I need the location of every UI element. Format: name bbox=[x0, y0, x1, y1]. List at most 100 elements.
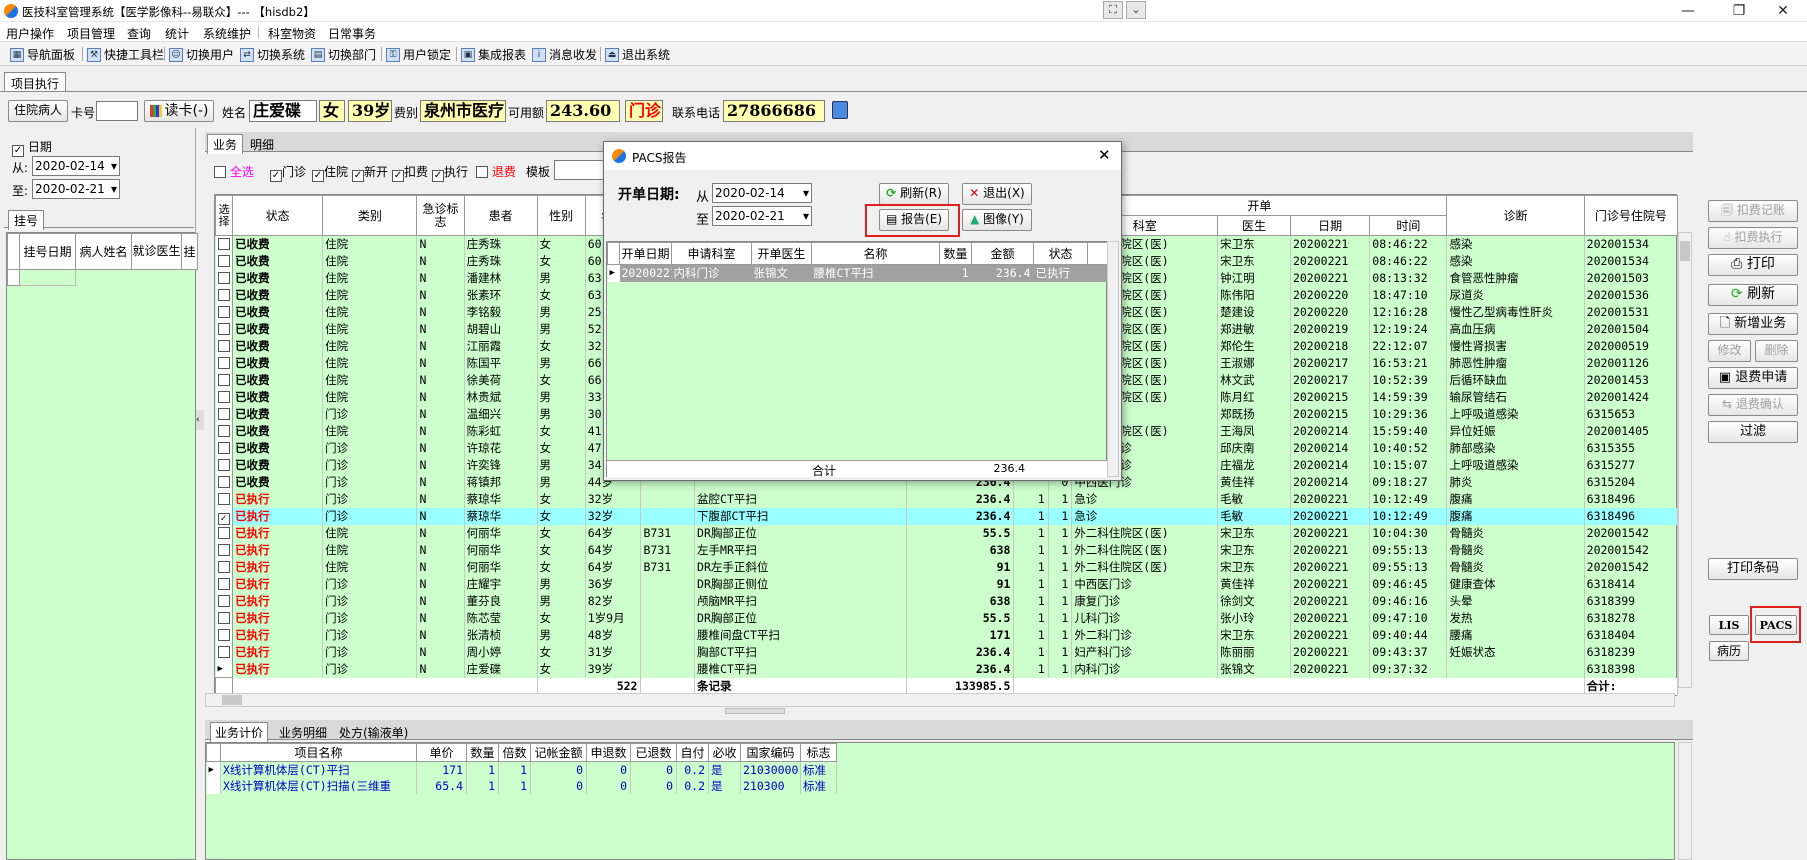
select-all-checkbox[interactable]: 全选 bbox=[214, 163, 254, 180]
filter-charged[interactable]: ✓ 扣费 bbox=[392, 163, 428, 182]
switch-dept-button[interactable]: ▤ 切换部门 bbox=[311, 46, 376, 63]
row-checkbox[interactable] bbox=[217, 595, 230, 607]
row-checkbox[interactable] bbox=[217, 357, 230, 369]
select-cell[interactable] bbox=[215, 609, 234, 627]
table-row[interactable]: 已执行 门诊 N 周小婷女 31岁 胸部CT平扫 236.4 1 1 妇产科门诊 陈丽丽 202002… bbox=[215, 643, 1679, 661]
pacs-button[interactable]: PACS bbox=[1755, 615, 1797, 635]
print-barcode-button[interactable]: 打印条码 bbox=[1708, 558, 1798, 580]
charge-record-button[interactable]: 🗐 扣费记账 bbox=[1708, 200, 1798, 222]
row-checkbox[interactable] bbox=[217, 408, 230, 420]
lock-user-button[interactable]: ⚿ 用户锁定 bbox=[386, 46, 451, 63]
select-cell[interactable] bbox=[215, 558, 234, 576]
select-cell[interactable]: ✓ bbox=[215, 507, 234, 525]
select-cell[interactable] bbox=[215, 490, 234, 508]
select-cell[interactable] bbox=[215, 524, 234, 542]
row-checkbox[interactable] bbox=[217, 255, 230, 267]
main-horizontal-scrollbar[interactable] bbox=[205, 693, 1675, 707]
main-vertical-scrollbar[interactable] bbox=[1678, 232, 1692, 688]
row-checkbox[interactable] bbox=[217, 272, 230, 284]
row-checkbox[interactable] bbox=[217, 493, 230, 505]
quick-toolbar-button[interactable]: ⚒ 快捷工具栏 bbox=[87, 46, 164, 63]
menu-supplies[interactable]: 科室物资 bbox=[268, 25, 316, 42]
row-checkbox[interactable] bbox=[217, 425, 230, 437]
table-row[interactable]: 已执行 门诊 N 蔡琼华女 32岁 盆腔CT平扫 236.4 1 1 急诊 毛敏 20200221 10… bbox=[215, 490, 1679, 508]
dialog-image-button[interactable]: ▲ 图像(Y) bbox=[962, 209, 1032, 231]
select-cell[interactable] bbox=[215, 473, 234, 491]
select-cell[interactable] bbox=[215, 320, 234, 338]
row-checkbox[interactable] bbox=[217, 340, 230, 352]
charge-exec-button[interactable]: ☝ 扣费执行 bbox=[1708, 227, 1798, 249]
menu-stats[interactable]: 统计 bbox=[165, 25, 189, 42]
table-row[interactable]: 已执行 门诊 N 庄耀宇男 36岁 DR胸部正侧位 91 1 1 中西医门诊 黄佳祥 20200221… bbox=[215, 575, 1679, 593]
row-checkbox[interactable] bbox=[217, 306, 230, 318]
select-cell[interactable] bbox=[215, 388, 234, 406]
tab-project-execute[interactable]: 项目执行 bbox=[4, 72, 67, 92]
select-cell[interactable] bbox=[215, 422, 234, 440]
filter-inpatient[interactable]: ✓ 住院 bbox=[312, 163, 348, 182]
select-cell[interactable] bbox=[215, 405, 234, 423]
table-row[interactable]: ▶ 已执行 门诊 N 庄爱碟女 39岁 腰椎CT平扫 236.4 1 1 内科门诊 张锦文 202002… bbox=[215, 660, 1679, 678]
lis-button[interactable]: LIS bbox=[1709, 615, 1749, 635]
table-row[interactable]: 已执行 门诊 N 董芬良男 82岁 颅脑MR平扫 638 1 1 康复门诊 徐剑文 20200221 0… bbox=[215, 592, 1679, 610]
table-row[interactable]: 已执行 住院 N 何丽华女 64岁 B731 DR胸部正位 55.5 1 1 外二科住院区(医) 宋卫… bbox=[215, 524, 1679, 542]
select-cell[interactable] bbox=[215, 541, 234, 559]
dialog-date-to[interactable]: 2020-02-21 ▾ bbox=[712, 206, 812, 226]
date-filter-checkbox[interactable]: ✓ 日期 bbox=[12, 138, 52, 157]
select-cell[interactable] bbox=[215, 439, 234, 457]
row-checkbox[interactable] bbox=[217, 561, 230, 573]
dialog-exit-button[interactable]: ✕ 退出(X) bbox=[962, 183, 1032, 205]
pricing-row[interactable]: X线计算机体层(CT)扫描(三维重 65.4 1 1 0 0 0 0.2 是 210300 标准 bbox=[206, 778, 837, 794]
select-cell[interactable] bbox=[215, 252, 234, 270]
row-checkbox[interactable] bbox=[217, 323, 230, 335]
bottom-vertical-scrollbar[interactable] bbox=[1678, 742, 1692, 860]
table-row[interactable]: 已执行 住院 N 何丽华女 64岁 B731 DR左手正斜位 91 1 1 外二科住院区(医) 宋卫东… bbox=[215, 558, 1679, 576]
row-checkbox[interactable] bbox=[217, 527, 230, 539]
read-card-button[interactable]: 读卡(-) bbox=[144, 100, 214, 122]
report-button[interactable]: ▣ 集成报表 bbox=[461, 46, 526, 63]
print-button[interactable]: ⎙ 打印 bbox=[1708, 254, 1798, 276]
switch-system-button[interactable]: ⇄ 切换系统 bbox=[240, 46, 305, 63]
dialog-scrollbar[interactable] bbox=[1107, 241, 1119, 477]
date-from-picker[interactable]: 2020-02-14 ▾ bbox=[32, 156, 120, 176]
row-checkbox[interactable] bbox=[217, 544, 230, 556]
row-checkbox[interactable] bbox=[217, 442, 230, 454]
refund-request-button[interactable]: ▣ 退费申请 bbox=[1708, 367, 1798, 389]
collapse-left-icon[interactable]: ‹ bbox=[196, 410, 204, 430]
row-checkbox[interactable] bbox=[217, 374, 230, 386]
refresh-button[interactable]: ⟳ 刷新 bbox=[1708, 284, 1798, 306]
menu-system[interactable]: 系统维护 bbox=[203, 25, 251, 42]
select-cell[interactable] bbox=[215, 303, 234, 321]
select-cell[interactable] bbox=[215, 575, 234, 593]
switch-user-button[interactable]: ☺ 切换用户 bbox=[169, 46, 234, 63]
row-checkbox[interactable] bbox=[217, 629, 230, 641]
select-cell[interactable]: ▶ bbox=[215, 660, 234, 678]
filter-executed[interactable]: ✓ 执行 bbox=[432, 163, 468, 182]
tab-business[interactable]: 业务 bbox=[207, 134, 244, 154]
edit-button[interactable]: 修改 bbox=[1708, 340, 1751, 362]
tab-detail[interactable]: 明细 bbox=[245, 135, 279, 154]
select-cell[interactable] bbox=[215, 286, 234, 304]
row-checkbox[interactable] bbox=[217, 391, 230, 403]
pricing-row[interactable]: ▶ X线计算机体层(CT)平扫 171 1 1 0 0 0 0.2 是 210300001 标准 bbox=[206, 761, 837, 778]
dialog-close-icon[interactable]: ✕ bbox=[1098, 146, 1111, 164]
tab-registration[interactable]: 挂号 bbox=[8, 210, 45, 230]
template-input[interactable] bbox=[554, 160, 606, 180]
delete-button[interactable]: 删除 bbox=[1755, 340, 1798, 362]
exit-system-button[interactable]: ⏏ 退出系统 bbox=[605, 46, 670, 63]
select-cell[interactable] bbox=[215, 337, 234, 355]
select-cell[interactable] bbox=[215, 371, 234, 389]
save-icon[interactable] bbox=[832, 101, 848, 119]
table-row[interactable]: 已执行 门诊 N 陈芯莹女 1岁9月 DR胸部正位 55.5 1 1 儿科门诊 张小玲 2020022… bbox=[215, 609, 1679, 627]
patient-type-button[interactable]: 住院病人 bbox=[8, 100, 68, 122]
refund-confirm-button[interactable]: ⇆ 退费确认 bbox=[1708, 394, 1798, 416]
select-cell[interactable] bbox=[215, 269, 234, 287]
filter-new[interactable]: ✓ 新开 bbox=[352, 163, 388, 182]
row-checkbox[interactable] bbox=[217, 238, 230, 251]
row-checkbox[interactable] bbox=[217, 612, 230, 624]
menu-project[interactable]: 项目管理 bbox=[67, 25, 115, 42]
select-cell[interactable] bbox=[215, 643, 234, 661]
row-checkbox[interactable]: ✓ bbox=[217, 512, 230, 525]
select-cell[interactable] bbox=[215, 592, 234, 610]
row-checkbox[interactable] bbox=[217, 646, 230, 658]
filter-button[interactable]: 过滤 bbox=[1708, 421, 1798, 443]
